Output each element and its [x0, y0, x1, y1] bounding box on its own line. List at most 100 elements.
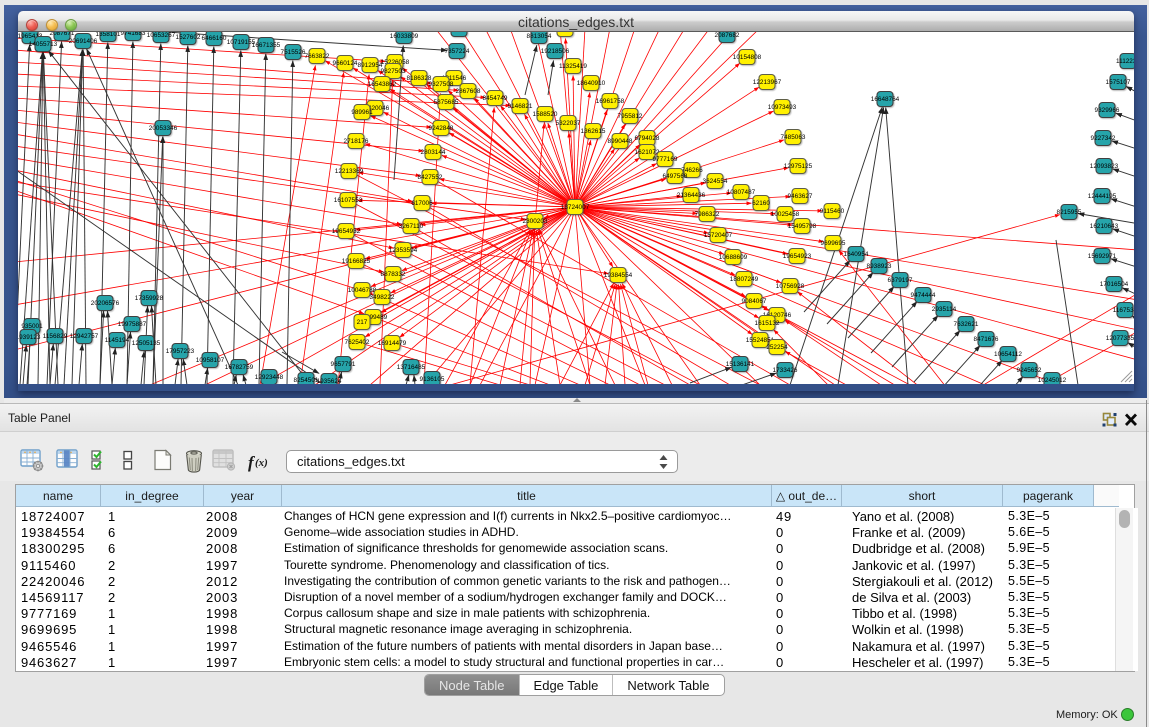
svg-text:1358101: 1358101 — [96, 32, 121, 38]
svg-text:1939123: 1939123 — [18, 334, 41, 341]
svg-text:8215955: 8215955 — [1057, 209, 1082, 216]
svg-text:12444195: 12444195 — [1088, 193, 1117, 200]
svg-text:10654112: 10654112 — [994, 351, 1022, 358]
svg-text:16107553: 16107553 — [334, 197, 363, 204]
svg-text:6466160: 6466160 — [202, 35, 227, 42]
svg-text:7357224: 7357224 — [445, 48, 470, 55]
svg-text:8990448: 8990448 — [608, 138, 633, 145]
svg-text:1640954: 1640954 — [844, 251, 869, 258]
svg-text:6794028: 6794028 — [635, 135, 660, 142]
svg-text:1935624: 1935624 — [317, 378, 342, 384]
svg-text:7986322: 7986322 — [695, 211, 720, 218]
svg-text:7625402: 7625402 — [345, 339, 370, 346]
svg-text:9777169: 9777169 — [653, 156, 678, 163]
svg-text:9463627: 9463627 — [788, 193, 813, 200]
svg-text:10973493: 10973493 — [768, 104, 797, 111]
svg-text:19166825: 19166825 — [342, 258, 371, 265]
svg-text:8813054: 8813054 — [527, 33, 552, 40]
svg-text:1615132: 1615132 — [755, 320, 780, 327]
svg-text:12077335: 12077335 — [1106, 335, 1134, 342]
svg-text:9660124: 9660124 — [333, 60, 358, 67]
svg-text:16210643: 16210643 — [1090, 223, 1119, 230]
svg-text:1527602: 1527602 — [176, 34, 201, 41]
svg-text:9227342: 9227342 — [1091, 135, 1116, 142]
svg-text:3498222: 3498222 — [370, 294, 395, 301]
svg-text:989961: 989961 — [351, 109, 373, 116]
svg-text:8471676: 8471676 — [974, 336, 999, 343]
svg-text:2718176: 2718176 — [344, 138, 369, 145]
svg-text:16671355: 16671355 — [252, 42, 281, 49]
svg-text:1733426: 1733426 — [773, 367, 798, 374]
svg-text:20053346: 20053346 — [149, 125, 178, 132]
svg-text:8938923: 8938923 — [867, 263, 892, 270]
svg-text:62160: 62160 — [752, 200, 770, 207]
svg-text:9474444: 9474444 — [911, 292, 936, 299]
svg-text:2935114: 2935114 — [932, 306, 957, 313]
svg-text:15720407: 15720407 — [704, 232, 733, 239]
svg-text:9245652: 9245652 — [1017, 367, 1042, 374]
svg-text:617006: 617006 — [411, 200, 433, 207]
svg-text:12353594: 12353594 — [389, 247, 418, 254]
svg-text:2803144: 2803144 — [421, 149, 446, 156]
svg-text:20206576: 20206576 — [91, 300, 120, 307]
svg-text:2087671: 2087671 — [50, 32, 75, 37]
svg-text:5875685: 5875685 — [434, 99, 459, 106]
svg-text:252254: 252254 — [766, 344, 788, 351]
svg-text:15136141: 15136141 — [726, 361, 755, 368]
svg-text:9146821: 9146821 — [508, 103, 533, 110]
svg-text:15692971: 15692971 — [1088, 253, 1117, 260]
svg-text:8454749: 8454749 — [483, 95, 508, 102]
svg-text:1362615: 1362615 — [581, 128, 606, 135]
svg-text:1112233: 1112233 — [1116, 58, 1134, 65]
svg-text:12942757: 12942757 — [70, 333, 99, 340]
svg-text:1167534: 1167534 — [1113, 307, 1134, 314]
svg-text:17016504: 17016504 — [1100, 281, 1129, 288]
svg-text:8254501: 8254501 — [294, 377, 319, 384]
svg-text:2300203: 2300203 — [523, 218, 548, 225]
svg-text:1575107: 1575107 — [1106, 79, 1131, 86]
svg-text:14055713: 14055713 — [29, 41, 58, 48]
svg-text:7955812: 7955812 — [618, 113, 643, 120]
svg-text:2867608: 2867608 — [456, 88, 481, 95]
svg-text:9115460: 9115460 — [820, 208, 845, 215]
svg-text:9329966: 9329966 — [1095, 107, 1120, 114]
svg-text:19975887: 19975887 — [118, 321, 147, 328]
svg-text:1588520: 1588520 — [533, 111, 558, 118]
svg-text:7632621: 7632621 — [954, 321, 979, 328]
svg-text:8427552: 8427552 — [418, 174, 443, 181]
svg-text:10046788: 10046788 — [348, 287, 377, 294]
svg-text:11325419: 11325419 — [559, 63, 587, 70]
svg-text:7663822: 7663822 — [305, 53, 330, 60]
svg-text:19654932: 19654932 — [332, 228, 361, 235]
svg-text:(x): (x) — [255, 457, 268, 469]
svg-text:10807487: 10807487 — [727, 189, 756, 196]
svg-text:17359928: 17359928 — [135, 295, 164, 302]
svg-text:6379197: 6379197 — [888, 277, 913, 284]
svg-text:9084067: 9084067 — [742, 298, 767, 305]
svg-text:20691406: 20691406 — [69, 38, 98, 45]
svg-text:1156829: 1156829 — [43, 333, 68, 340]
svg-text:9699695: 9699695 — [821, 240, 846, 247]
svg-text:15495798: 15495798 — [788, 223, 817, 230]
svg-text:5322037: 5322037 — [556, 120, 581, 127]
svg-text:10653267: 10653267 — [147, 32, 176, 39]
svg-text:2087682: 2087682 — [715, 32, 740, 39]
svg-text:12923448: 12923448 — [255, 374, 284, 381]
svg-text:16543862: 16543862 — [368, 81, 397, 88]
svg-text:17957223: 17957223 — [166, 348, 195, 355]
svg-text:3267110: 3267110 — [399, 223, 424, 230]
svg-text:8912954: 8912954 — [358, 62, 383, 69]
svg-text:16648764: 16648764 — [871, 96, 900, 103]
svg-text:12213967: 12213967 — [753, 79, 782, 86]
svg-text:10958107: 10958107 — [196, 357, 225, 364]
svg-text:10961768: 10961768 — [551, 32, 580, 33]
svg-text:9741683: 9741683 — [121, 32, 146, 37]
svg-text:10154808: 10154808 — [733, 54, 762, 61]
svg-text:19384554: 19384554 — [604, 272, 633, 279]
svg-text:21364436: 21364436 — [677, 192, 706, 199]
svg-text:12975125: 12975125 — [784, 163, 813, 170]
svg-text:18724007: 18724007 — [561, 204, 590, 211]
svg-text:6497568: 6497568 — [663, 173, 688, 180]
svg-text:16961758: 16961758 — [596, 98, 625, 105]
svg-text:10245012: 10245012 — [1038, 377, 1067, 384]
